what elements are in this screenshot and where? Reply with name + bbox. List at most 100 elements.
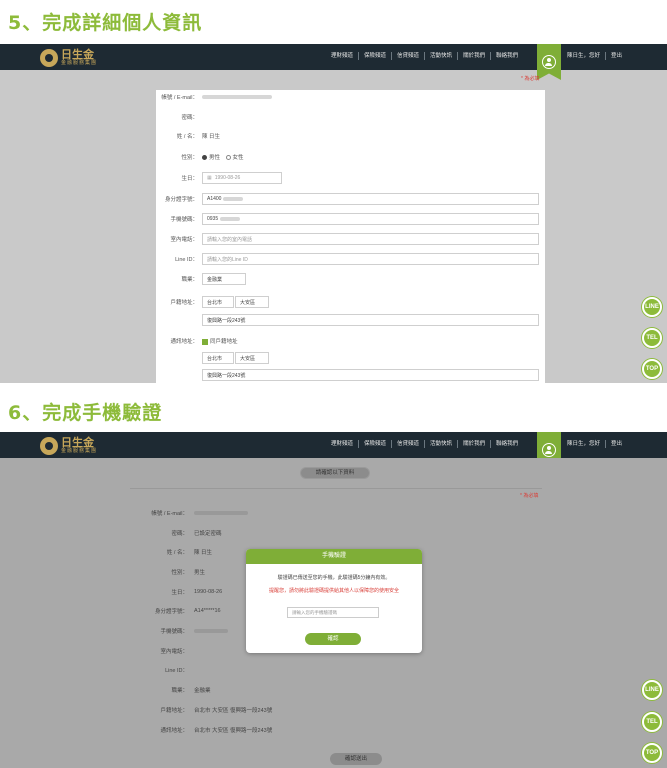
summary-label: Line ID：	[165, 668, 188, 674]
member-ribbon[interactable]	[537, 44, 561, 80]
nav-item-wealth[interactable]: 理財頻道	[326, 440, 360, 448]
calendar-icon: ▦	[207, 175, 212, 181]
step6-title: 6、完成手機驗證	[8, 402, 163, 424]
nav-item-events[interactable]: 活動快訊	[425, 440, 459, 448]
mobile-value: 0935	[207, 216, 219, 222]
phone-icon[interactable]: TEL	[642, 328, 662, 348]
summary-label: 身分證字號：	[154, 609, 188, 615]
nav-item-contact[interactable]: 聯絡我們	[491, 52, 523, 60]
nav-item-about[interactable]: 關於我們	[458, 52, 492, 60]
mail-district-value: 大安區	[240, 355, 256, 362]
line-input[interactable]: 請輸入您的Line ID	[202, 253, 539, 265]
summary-value: 1990-08-26	[194, 589, 223, 595]
top-navbar: 日生金 金融服務集團 理財頻道 保險頻道 信貸頻道 活動快訊 關於我們 聯絡我們…	[0, 432, 667, 468]
home-address-label: 戶籍地址：	[170, 300, 198, 306]
summary-label: 室內電話：	[160, 649, 188, 655]
summary-row: 職業： 金融業	[130, 684, 430, 696]
main-nav: 理財頻道 保險頻道 信貸頻道 活動快訊 關於我們 聯絡我們	[326, 440, 523, 448]
user-nav: 陳日生，您好 登出	[562, 440, 627, 448]
confirm-header-pill: 請確認以下資料	[300, 467, 370, 479]
user-nav: 陳日生，您好 登出	[562, 52, 627, 60]
modal-warning: 提醒您，請勿將此驗證碼提供給其他人以保障您的使用安全	[268, 588, 399, 594]
nav-item-insurance[interactable]: 保險頻道	[359, 440, 393, 448]
birthday-label: 生日：	[181, 176, 198, 182]
submit-button[interactable]: 確認送出	[330, 753, 382, 765]
nav-item-wealth[interactable]: 理財頻道	[326, 52, 360, 60]
mail-street-input[interactable]: 復興路一段243號	[202, 369, 539, 381]
summary-value: 台北市 大安區 復興路一段243號	[194, 728, 273, 734]
summary-row: 帳號 / E-mail：	[130, 507, 430, 519]
home-street-input[interactable]: 復興路一段243號	[202, 314, 539, 326]
site-logo[interactable]: 日生金 金融服務集團	[40, 435, 97, 457]
back-to-top-icon[interactable]: TOP	[642, 359, 662, 379]
same-address-checkbox[interactable]	[202, 338, 208, 345]
nav-item-about[interactable]: 關於我們	[458, 440, 492, 448]
nav-item-events[interactable]: 活動快訊	[425, 52, 459, 60]
phone-icon[interactable]: TEL	[642, 712, 662, 732]
id-value: A1400	[207, 196, 222, 202]
nav-item-contact[interactable]: 聯絡我們	[491, 440, 523, 448]
summary-label: 性別：	[171, 570, 188, 576]
step6-screenshot: 日生金 金融服務集團 理財頻道 保險頻道 信貸頻道 活動快訊 關於我們 聯絡我們…	[0, 432, 667, 768]
home-district-select[interactable]: 大安區	[235, 296, 269, 308]
gender-male-label: 男性	[209, 155, 221, 161]
mobile-label: 手機號碼：	[170, 217, 198, 223]
mail-district-select[interactable]: 大安區	[235, 352, 269, 364]
summary-value: 已設定密碼	[194, 531, 222, 537]
home-street-value: 復興路一段243號	[207, 317, 246, 324]
line-chat-icon[interactable]: LINE	[642, 680, 662, 700]
home-district-value: 大安區	[240, 299, 256, 306]
summary-value: 金融業	[194, 688, 211, 694]
user-greeting[interactable]: 陳日生，您好	[562, 52, 607, 60]
summary-label: 職業：	[171, 688, 188, 694]
mail-address-row: 通訊地址： 同戶籍地址	[156, 334, 545, 348]
gender-female-radio[interactable]	[225, 155, 231, 161]
user-greeting[interactable]: 陳日生，您好	[562, 440, 607, 448]
top-navbar: 日生金 金融服務集團 理財頻道 保險頻道 信貸頻道 活動快訊 關於我們 聯絡我們…	[0, 44, 667, 80]
confirm-button[interactable]: 確認	[305, 633, 361, 645]
gender-male-radio[interactable]	[202, 155, 207, 161]
summary-label: 手機號碼：	[160, 629, 188, 635]
email-label: 帳號 / E-mail：	[161, 95, 198, 101]
email-value	[202, 94, 272, 100]
main-nav: 理財頻道 保險頻道 信貸頻道 活動快訊 關於我們 聯絡我們	[326, 52, 523, 60]
home-city-select[interactable]: 台北市	[202, 296, 234, 308]
name-row: 姓 / 名： 陳 日生	[156, 129, 545, 143]
summary-label: 姓 / 名：	[166, 550, 188, 556]
birthday-input[interactable]: ▦ 1990-08-26	[202, 172, 282, 184]
job-select[interactable]: 金融業	[202, 273, 246, 285]
nav-item-loan[interactable]: 信貸頻道	[392, 52, 426, 60]
nav-item-loan[interactable]: 信貸頻道	[392, 440, 426, 448]
required-note: * 為必填	[520, 493, 539, 499]
logo-name: 日生金	[61, 436, 94, 449]
line-chat-icon[interactable]: LINE	[642, 297, 662, 317]
summary-value: A14*****16	[194, 608, 221, 614]
gender-row: 性別： 男性 女性	[156, 150, 545, 164]
mail-address-label: 通訊地址：	[170, 339, 198, 345]
logo-subtitle: 金融服務集團	[61, 60, 98, 66]
logout-link[interactable]: 登出	[606, 440, 627, 448]
same-address-label: 同戶籍地址	[210, 339, 238, 345]
summary-value: 男生	[194, 570, 206, 576]
divider	[130, 488, 542, 489]
verify-code-input[interactable]: 請輸入您的手機驗證碼	[287, 607, 379, 618]
mail-city-select[interactable]: 台北市	[202, 352, 234, 364]
summary-value: 陳 日生	[194, 550, 213, 556]
step5-screenshot: 日生金 金融服務集團 理財頻道 保險頻道 信貸頻道 活動快訊 關於我們 聯絡我們…	[0, 44, 667, 383]
home-city-value: 台北市	[207, 299, 223, 306]
back-to-top-icon[interactable]: TOP	[642, 743, 662, 763]
summary-label: 密碼：	[171, 531, 188, 537]
summary-label: 通訊地址：	[160, 728, 188, 734]
site-logo[interactable]: 日生金 金融服務集團	[40, 47, 97, 69]
logo-mark-icon	[40, 437, 58, 455]
summary-value	[194, 510, 248, 516]
verify-code-placeholder: 請輸入您的手機驗證碼	[292, 609, 337, 615]
phone-input[interactable]: 請輸入您的室內電話	[202, 233, 539, 245]
id-label: 身分證字號：	[164, 197, 198, 203]
id-input[interactable]: A1400	[202, 193, 539, 205]
mobile-input[interactable]: 0935	[202, 213, 539, 225]
sms-verify-modal: 手機驗證 驗證碼已傳送至您的手機，此驗證碼5分鐘內有效。 提醒您，請勿將此驗證碼…	[246, 549, 422, 653]
summary-label: 生日：	[171, 590, 188, 596]
nav-item-insurance[interactable]: 保險頻道	[359, 52, 393, 60]
logout-link[interactable]: 登出	[606, 52, 627, 60]
